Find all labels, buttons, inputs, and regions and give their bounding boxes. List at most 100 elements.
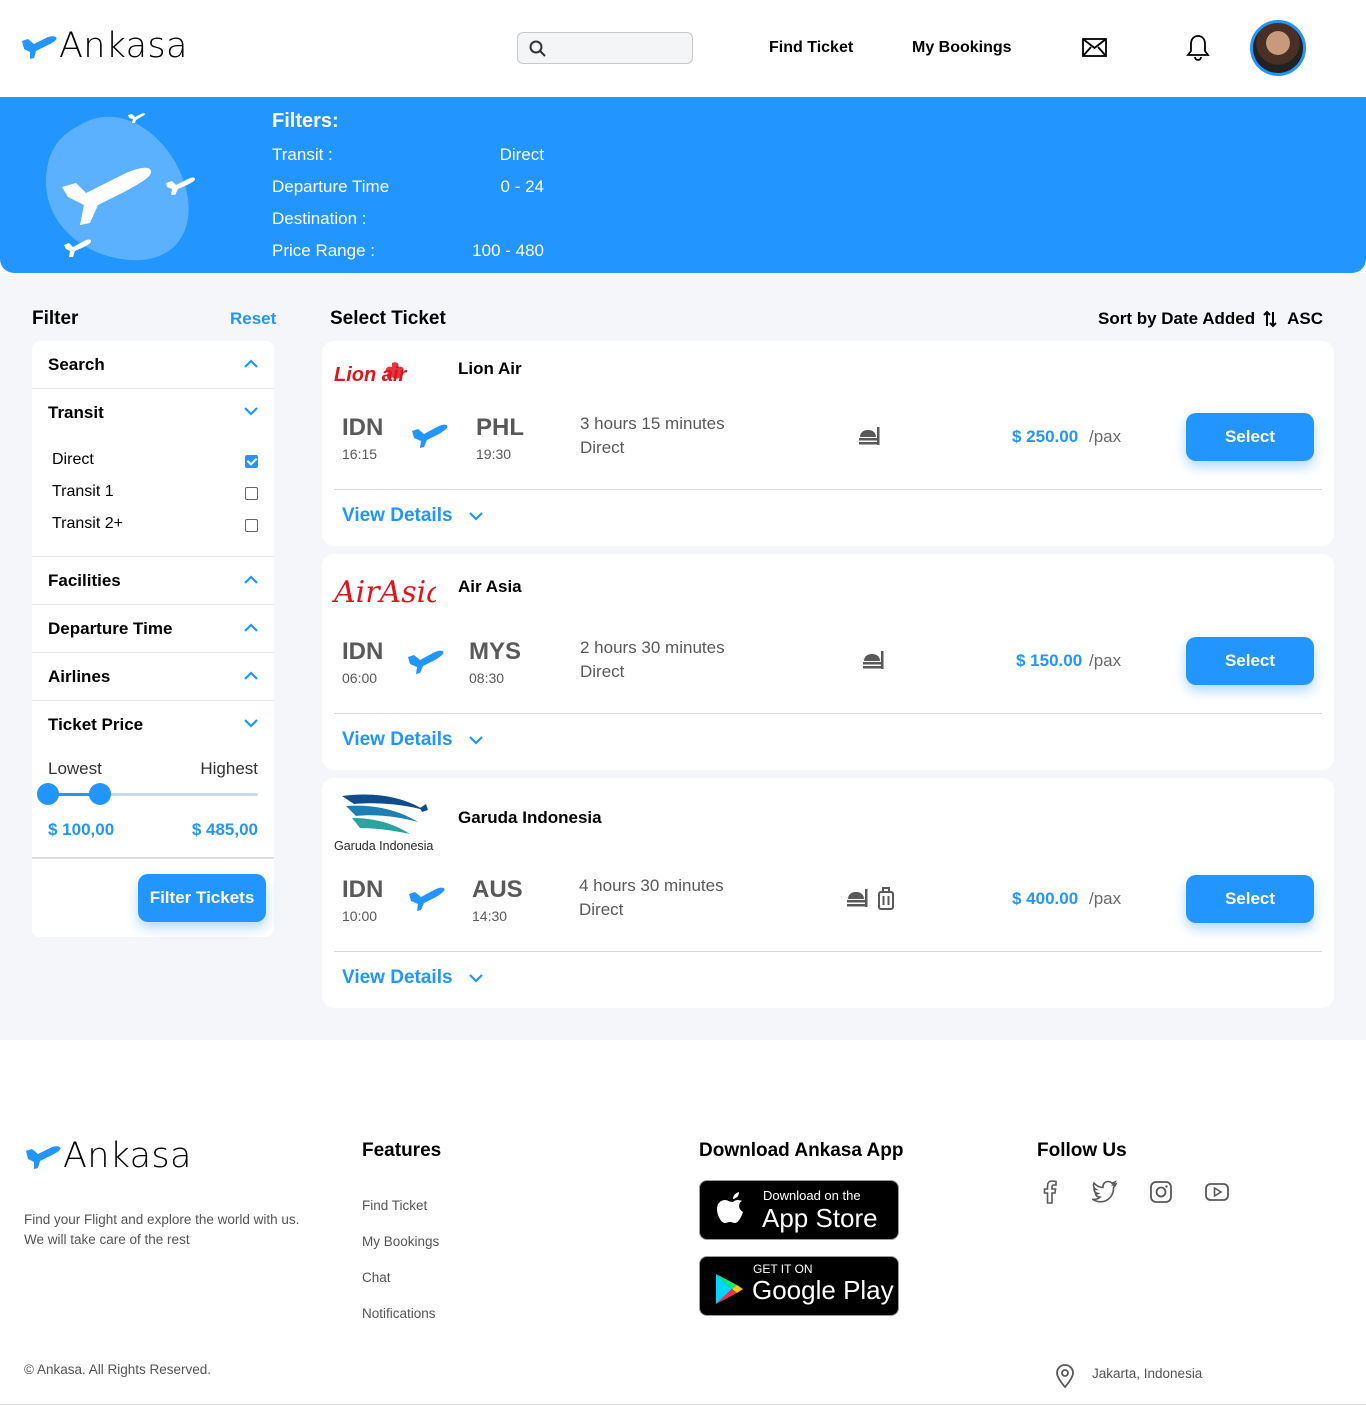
air-asia-logo: AirAsia xyxy=(332,575,436,610)
destination-code: AUS xyxy=(472,876,523,903)
mail-icon[interactable] xyxy=(1082,38,1107,57)
search-icon xyxy=(529,40,546,57)
filter-label-departure-time: Departure Time xyxy=(272,177,390,196)
filter-section-ticket-price[interactable]: Ticket Price xyxy=(32,701,274,749)
filter-section-airlines[interactable]: Airlines xyxy=(32,653,274,701)
filter-tickets-button[interactable]: Filter Tickets xyxy=(138,874,266,922)
price-unit: /pax xyxy=(1089,427,1122,446)
view-details-link[interactable]: View Details xyxy=(342,729,483,751)
select-ticket-heading: Select Ticket xyxy=(330,308,446,329)
search-input[interactable] xyxy=(552,37,686,59)
chevron-up-icon xyxy=(244,359,258,368)
departure-time: 10:00 xyxy=(342,908,378,924)
destination-code: PHL xyxy=(476,414,524,441)
plane-icon xyxy=(409,887,445,911)
copyright-text: © Ankasa. All Rights Reserved. xyxy=(24,1362,212,1377)
airline-name: Lion Air xyxy=(458,359,522,378)
section-label: Transit xyxy=(48,403,104,422)
brand-logo[interactable]: Ankasa xyxy=(20,26,188,66)
sort-control[interactable]: Sort by Date Added ASC xyxy=(1098,309,1323,329)
twitter-icon[interactable] xyxy=(1092,1180,1118,1204)
checkbox-transit-2[interactable] xyxy=(245,519,258,532)
checkbox-direct[interactable] xyxy=(245,455,258,468)
transit-text: Direct xyxy=(579,900,624,919)
price-unit: /pax xyxy=(1089,651,1122,670)
plane-illustration xyxy=(45,113,195,261)
select-ticket-button[interactable]: Select xyxy=(1186,637,1314,685)
flight-duration: 4 hours 30 minutes Direct xyxy=(579,874,724,922)
flight-duration: 3 hours 15 minutes Direct xyxy=(580,412,725,460)
filter-section-facilities[interactable]: Facilities xyxy=(32,557,274,605)
sort-label: Sort by Date Added xyxy=(1098,309,1256,328)
tagline-line-1: Find your Flight and explore the world w… xyxy=(24,1212,300,1227)
filter-panel: Search Transit Direct Transit 1 Transit … xyxy=(32,341,274,937)
filter-section-search[interactable]: Search xyxy=(32,341,274,389)
nav-my-bookings[interactable]: My Bookings xyxy=(912,39,1012,57)
arrival-time: 14:30 xyxy=(472,908,508,924)
footer-link-chat[interactable]: Chat xyxy=(362,1270,391,1285)
price-lowest-label: Lowest xyxy=(48,759,102,778)
origin-code: IDN xyxy=(342,414,384,441)
filter-section-departure-time[interactable]: Departure Time xyxy=(32,605,274,653)
food-icon xyxy=(863,651,884,669)
select-ticket-button[interactable]: Select xyxy=(1186,875,1314,923)
departure-time: 16:15 xyxy=(342,446,378,462)
ticket-price: $ 250.00 xyxy=(1012,427,1079,446)
search-bar[interactable] xyxy=(517,32,693,64)
footer-link-my-bookings[interactable]: My Bookings xyxy=(362,1234,439,1249)
filter-heading: Filter xyxy=(32,308,79,329)
google-play-small-text: GET IT ON xyxy=(753,1262,813,1276)
filter-label-price-range: Price Range : xyxy=(272,241,375,260)
view-details-label: View Details xyxy=(342,729,453,750)
price-slider-track[interactable] xyxy=(48,793,258,796)
arrival-time: 19:30 xyxy=(476,446,512,462)
filters-heading: Filters: xyxy=(272,110,339,132)
bell-icon[interactable] xyxy=(1186,34,1210,61)
google-play-button[interactable]: GET IT ON Google Play xyxy=(699,1256,899,1316)
footer-brand-logo[interactable]: Ankasa xyxy=(24,1136,192,1176)
ticket-card: AirAsia Air Asia IDN 06:00 MYS 08:30 2 h… xyxy=(322,554,1334,770)
user-avatar[interactable] xyxy=(1250,20,1306,76)
chevron-down-icon xyxy=(244,719,258,728)
select-ticket-button[interactable]: Select xyxy=(1186,413,1314,461)
apple-icon xyxy=(717,1192,743,1223)
reset-button[interactable]: Reset xyxy=(230,309,276,329)
origin-code: IDN xyxy=(342,638,384,665)
food-icon xyxy=(847,889,868,907)
brand-name: Ankasa xyxy=(59,26,188,66)
app-store-button[interactable]: Download on the App Store xyxy=(699,1180,899,1240)
nav-find-ticket[interactable]: Find Ticket xyxy=(769,39,853,57)
ticket-price: $ 150.00 xyxy=(1016,651,1083,670)
footer-link-find-ticket[interactable]: Find Ticket xyxy=(362,1198,427,1213)
filter-label-destination: Destination : xyxy=(272,209,367,228)
price-slider-min-handle[interactable] xyxy=(37,783,59,805)
checkbox-transit-1[interactable] xyxy=(245,487,258,500)
filter-value-departure-time: 0 - 24 xyxy=(500,177,544,196)
sort-order: ASC xyxy=(1287,309,1324,328)
filter-summary-banner: Filters: Transit : Direct Departure Time… xyxy=(0,97,1366,273)
svg-text:Garuda Indonesia: Garuda Indonesia xyxy=(334,839,433,853)
app-store-small-text: Download on the xyxy=(763,1188,861,1203)
chevron-down-icon xyxy=(468,511,483,521)
plane-icon xyxy=(408,650,444,674)
sort-arrows-icon xyxy=(1263,310,1277,328)
price-slider-max-handle[interactable] xyxy=(89,783,111,805)
download-heading: Download Ankasa App xyxy=(699,1140,904,1161)
footer-brand-name: Ankasa xyxy=(63,1136,192,1176)
food-icon xyxy=(859,427,880,445)
youtube-icon[interactable] xyxy=(1204,1180,1230,1204)
section-label: Airlines xyxy=(48,667,111,686)
instagram-icon[interactable] xyxy=(1149,1180,1173,1204)
divider xyxy=(334,951,1322,952)
view-details-link[interactable]: View Details xyxy=(342,505,483,527)
view-details-label: View Details xyxy=(342,967,453,988)
follow-us-heading: Follow Us xyxy=(1037,1140,1127,1161)
view-details-link[interactable]: View Details xyxy=(342,967,483,989)
price-min-value: $ 100,00 xyxy=(48,820,115,839)
location-text: Jakarta, Indonesia xyxy=(1092,1366,1203,1381)
footer-link-notifications[interactable]: Notifications xyxy=(362,1306,436,1321)
facebook-icon[interactable] xyxy=(1040,1180,1060,1204)
filter-section-transit[interactable]: Transit xyxy=(32,389,274,437)
price-highest-label: Highest xyxy=(200,759,258,778)
filter-value-transit: Direct xyxy=(499,145,544,164)
